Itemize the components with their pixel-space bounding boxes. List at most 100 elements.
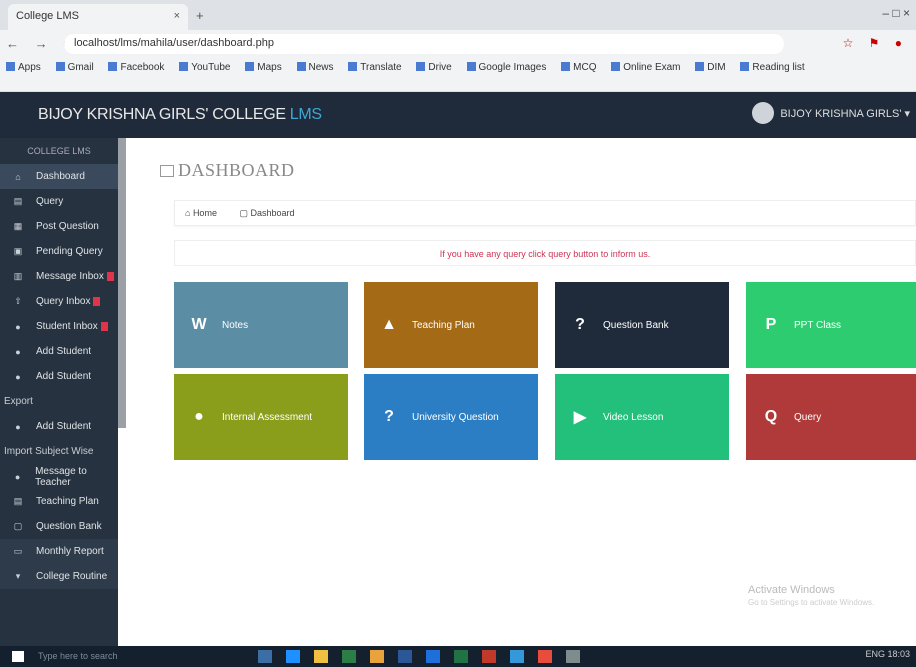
taskbar-search[interactable]: Type here to search [38,651,118,661]
tab-bar: College LMS × + – □ × [0,0,916,30]
address-bar[interactable]: localhost/lms/mahila/user/dashboard.php [64,34,784,54]
close-tab-icon[interactable]: × [174,10,180,22]
bookmark-item[interactable]: Drive [416,62,452,73]
sidebar-item-label: College Routine [36,571,108,582]
bookmark-item[interactable]: Online Exam [611,62,681,73]
edge-icon[interactable] [286,650,300,663]
question-icon: ? [575,316,585,333]
sidebar-item-college-routine[interactable]: ▾ College Routine [0,564,118,589]
tab-title: College LMS [16,10,79,22]
sidebar-item-dashboard[interactable]: ⌂ Dashboard [0,164,118,189]
app-icon[interactable] [566,650,580,663]
sidebar-item-question-bank[interactable]: ▢ Question Bank [0,514,118,539]
task-view-icon[interactable] [258,650,272,663]
sidebar-item-monthly-report[interactable]: ▭ Monthly Report [0,539,118,564]
sidebar-section-export[interactable]: Export [0,389,118,414]
sidebar-item-add-student[interactable]: ● Add Student [0,339,118,364]
tile-query[interactable]: Q Query [746,374,916,460]
user-name: BIJOY KRISHNA GIRLS' ▾ [780,107,910,120]
sidebar-item-label: Question Bank [36,521,102,532]
windows-start-icon[interactable] [12,651,24,662]
sidebar-item-label: Add Student [36,346,92,357]
sidebar-item-pending-query[interactable]: ▣ Pending Query [0,239,118,264]
search-icon: Q [764,408,778,425]
sidebar-section-import[interactable]: Import Subject Wise [0,439,118,464]
url-text: localhost/lms/mahila/user/dashboard.php [74,37,274,49]
bookmark-item[interactable]: Translate [348,62,402,73]
brand-logo[interactable]: BIJOY KRISHNA GIRLS' COLLEGE LMS [38,106,322,124]
tile-ppt-class[interactable]: P PPT Class [746,282,916,368]
sidebar-item-label: Message Inbox [36,271,104,282]
sidebar: COLLEGE LMS ⌂ Dashboard ▤ Query ▦ Post Q… [0,138,118,646]
bookmark-item[interactable]: DIM [695,62,726,73]
tile-question-bank[interactable]: ? Question Bank [555,282,729,368]
sidebar-item-message-inbox[interactable]: ▥ Message Inbox [0,264,118,289]
bookmarks-bar: Apps Gmail Facebook YouTube Maps News Tr… [0,58,916,80]
bookmark-item[interactable]: Apps [6,62,41,73]
query-inbox-icon: ⇧ [14,296,22,306]
sidebar-item-message-teacher[interactable]: ● Message to Teacher [0,464,118,489]
bookmark-item[interactable]: Reading list [740,62,805,73]
bookmark-icon [416,62,426,71]
tile-university-question[interactable]: ? University Question [364,374,538,460]
sidebar-item-add-student-2[interactable]: ● Add Student [0,364,118,389]
window-controls[interactable]: – □ × [882,6,910,20]
query-icon: ▤ [13,196,23,206]
bookmark-icon [466,62,476,71]
sidebar-item-label: Post Question [36,221,99,232]
globe-icon: ● [194,408,204,425]
system-clock[interactable]: ENG 18:03 [865,649,910,659]
sidebar-item-query[interactable]: ▤ Query [0,189,118,214]
sidebar-item-student-inbox[interactable]: ● Student Inbox [0,314,118,339]
routine-icon: ▾ [15,571,21,581]
tile-label: Video Lesson [603,411,664,423]
chrome-icon[interactable] [370,650,384,663]
bookmark-icon [245,62,255,71]
store-icon[interactable] [342,650,356,663]
word-icon[interactable] [398,650,412,663]
tile-internal-assessment[interactable]: ● Internal Assessment [174,374,348,460]
watermark-subtitle: Go to Settings to activate Windows. [748,598,875,607]
bookmark-icon [179,62,189,71]
photos-icon[interactable] [510,650,524,663]
sidebar-scrollbar[interactable] [118,138,126,428]
extension-icons[interactable]: ☆ ⚑ ● [843,36,908,50]
excel-icon[interactable] [454,650,468,663]
sidebar-item-label: Message to Teacher [35,465,87,488]
avatar [752,102,775,124]
bookmark-icon [108,62,118,71]
bookmark-icon [296,62,306,71]
powerpoint-icon[interactable] [482,650,496,663]
breadcrumb-home[interactable]: ⌂ Home [185,208,227,218]
bookmark-item[interactable]: MCQ [561,62,596,73]
bookmark-item[interactable]: News [296,62,334,73]
browser-tab[interactable]: College LMS × [8,4,188,30]
bookmark-item[interactable]: YouTube [179,62,230,73]
tile-video-lesson[interactable]: ▶ Video Lesson [555,374,729,460]
sidebar-item-label: Monthly Report [36,546,104,557]
tile-label: University Question [412,411,499,423]
plan-icon: ▤ [13,496,23,506]
tile-notes[interactable]: W Notes [174,282,348,368]
sidebar-item-label: Query Inbox [36,296,91,307]
bookmark-item[interactable]: Facebook [108,62,164,73]
mail-icon[interactable] [426,650,440,663]
sidebar-item-label: Add Student [36,371,92,382]
media-icon[interactable] [538,650,552,663]
question-icon: ? [384,408,394,425]
bookmark-item[interactable]: Gmail [55,62,94,73]
new-tab-icon[interactable]: + [196,8,204,23]
bank-icon: ▢ [13,521,23,531]
user-menu[interactable]: BIJOY KRISHNA GIRLS' ▾ [752,102,910,124]
student-inbox-icon: ● [15,321,21,332]
bookmark-icon [561,62,571,71]
tile-teaching-plan[interactable]: ▲ Teaching Plan [364,282,538,368]
sidebar-item-post-question[interactable]: ▦ Post Question [0,214,118,239]
bookmark-item[interactable]: Google Images [466,62,546,73]
sidebar-item-add-student-3[interactable]: ● Add Student [0,414,118,439]
sidebar-item-query-inbox[interactable]: ⇧ Query Inbox [0,289,118,314]
file-explorer-icon[interactable] [314,650,328,663]
bookmark-item[interactable]: Maps [245,62,282,73]
sidebar-item-label: Add Student [36,421,92,432]
sidebar-item-teaching-plan[interactable]: ▤ Teaching Plan [0,489,118,514]
